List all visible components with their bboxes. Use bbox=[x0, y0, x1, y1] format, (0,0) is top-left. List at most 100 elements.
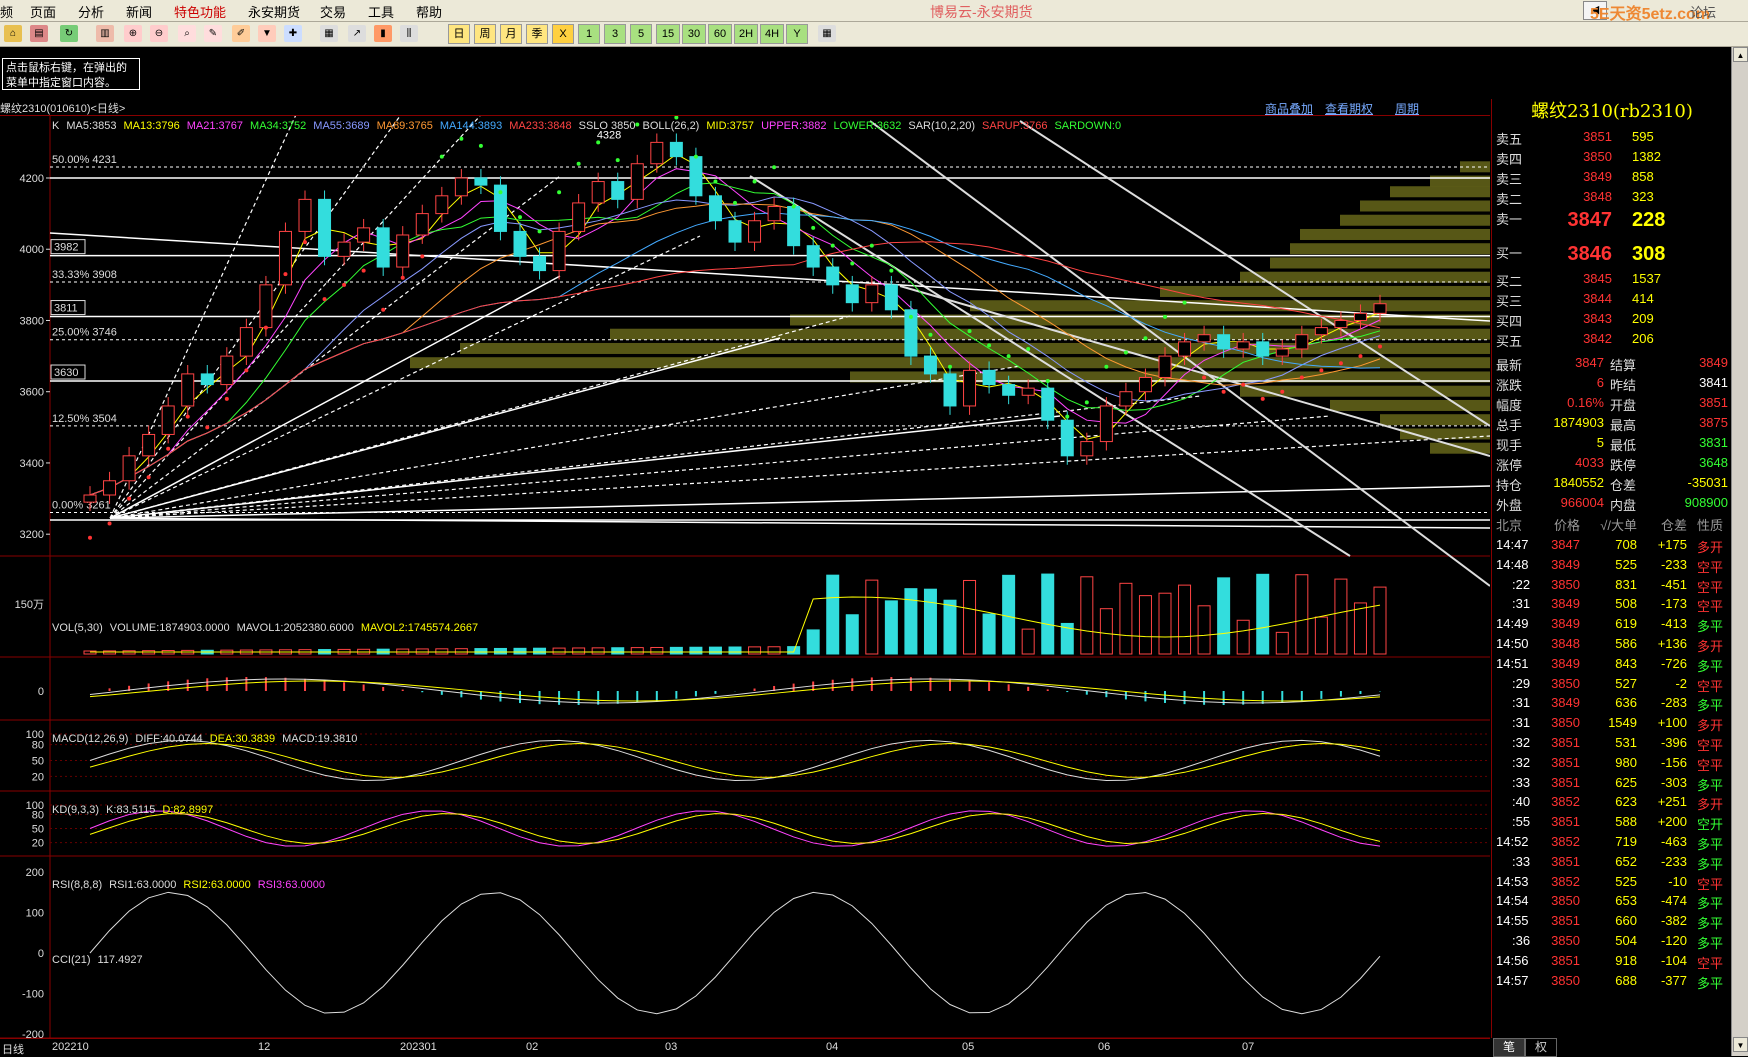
tick-row[interactable]: :323851531-396空平 bbox=[1492, 735, 1732, 755]
period-button-1[interactable]: 周 bbox=[474, 24, 496, 44]
ask-row[interactable]: 卖二3848323 bbox=[1492, 189, 1732, 209]
tab-ticks[interactable]: 笔 bbox=[1493, 1038, 1525, 1057]
tick-oi-change: -474 bbox=[1661, 893, 1687, 908]
period-button-13[interactable]: Y bbox=[786, 24, 808, 44]
candle-icon[interactable]: ⫼ bbox=[400, 25, 418, 42]
tick-row[interactable]: 14:493849619-413多平 bbox=[1492, 616, 1732, 636]
grid-icon[interactable]: ▦ bbox=[818, 25, 836, 42]
tick-row[interactable]: :403852623+251多开 bbox=[1492, 794, 1732, 814]
bid-row[interactable]: 买一3846308 bbox=[1492, 243, 1732, 263]
period-button-4[interactable]: X bbox=[552, 24, 574, 44]
search-icon[interactable]: ⌕ bbox=[178, 25, 196, 42]
menu-item-view[interactable]: 频 bbox=[0, 2, 13, 21]
menu-item-features[interactable]: 特色功能 bbox=[174, 2, 226, 21]
menu-item-help[interactable]: 帮助 bbox=[416, 2, 442, 21]
tick-row[interactable]: 14:533852525-10空平 bbox=[1492, 874, 1732, 894]
tick-row[interactable]: 14:483849525-233空平 bbox=[1492, 557, 1732, 577]
tick-row[interactable]: :363850504-120多平 bbox=[1492, 933, 1732, 953]
stat-row[interactable]: 持仓1840552仓差-35031 bbox=[1492, 475, 1732, 495]
bid-row[interactable]: 买四3843209 bbox=[1492, 311, 1732, 331]
book-icon[interactable]: ▤ bbox=[30, 25, 48, 42]
options-link[interactable]: 查看期权 bbox=[1325, 100, 1373, 117]
funnel-icon[interactable]: ▼ bbox=[258, 25, 276, 42]
forum-link[interactable]: 论坛 bbox=[1690, 2, 1716, 21]
tick-row[interactable]: :223850831-451空平 bbox=[1492, 577, 1732, 597]
stat-row[interactable]: 现手5最低3831 bbox=[1492, 435, 1732, 455]
stat-row[interactable]: 幅度0.16%开盘3851 bbox=[1492, 395, 1732, 415]
stat-row[interactable]: 涨停4033跌停3648 bbox=[1492, 455, 1732, 475]
ask-row[interactable]: 卖五3851595 bbox=[1492, 129, 1732, 149]
period-button-8[interactable]: 15 bbox=[656, 24, 680, 44]
period-button-6[interactable]: 3 bbox=[604, 24, 626, 44]
period-button-7[interactable]: 5 bbox=[630, 24, 652, 44]
date-tick: 12 bbox=[258, 1041, 270, 1053]
tick-row[interactable]: 14:503848586+136多开 bbox=[1492, 636, 1732, 656]
indicator-icon[interactable]: ✚ bbox=[284, 25, 302, 42]
sar-dot bbox=[1300, 375, 1304, 379]
tick-row[interactable]: 14:473847708+175多开 bbox=[1492, 537, 1732, 557]
period-button-3[interactable]: 季 bbox=[526, 24, 548, 44]
tick-row[interactable]: :323851980-156空平 bbox=[1492, 755, 1732, 775]
chart-icon[interactable]: ▥ bbox=[96, 25, 114, 42]
menu-item-news[interactable]: 新闻 bbox=[126, 2, 152, 21]
candle-body bbox=[377, 228, 389, 267]
kline-chart[interactable]: 42004000380036003400320050.00% 423133.33… bbox=[0, 116, 1490, 1038]
menu-item-page[interactable]: 页面 bbox=[30, 2, 56, 21]
overlay-link[interactable]: 商品叠加 bbox=[1265, 100, 1313, 117]
period-button-9[interactable]: 30 bbox=[682, 24, 706, 44]
bid-row[interactable]: 买五3842206 bbox=[1492, 331, 1732, 351]
stat-row[interactable]: 外盘966004内盘908900 bbox=[1492, 495, 1732, 515]
period-button-2[interactable]: 月 bbox=[500, 24, 522, 44]
tick-header-row[interactable]: 北京价格√/大单仓差性质 bbox=[1492, 515, 1732, 535]
table-icon[interactable]: ▦ bbox=[320, 25, 338, 42]
vertical-scrollbar[interactable]: ▲ ▼ bbox=[1731, 47, 1748, 1056]
period-button-11[interactable]: 2H bbox=[734, 24, 758, 44]
tick-row[interactable]: :553851588+200空开 bbox=[1492, 814, 1732, 834]
period-button-10[interactable]: 60 bbox=[708, 24, 732, 44]
tick-row[interactable]: 14:543850653-474多平 bbox=[1492, 893, 1732, 913]
tick-price: 3852 bbox=[1551, 834, 1580, 849]
menu-item-yongan[interactable]: 永安期货 bbox=[248, 2, 300, 21]
period-link[interactable]: 周期 bbox=[1395, 100, 1419, 117]
eraser-icon[interactable]: ✐ bbox=[232, 25, 250, 42]
tab-rights[interactable]: 权 bbox=[1525, 1038, 1557, 1057]
tick-row[interactable]: 14:523852719-463多平 bbox=[1492, 834, 1732, 854]
home-icon[interactable]: ⌂ bbox=[4, 25, 22, 42]
scroll-down-icon[interactable]: ▼ bbox=[1733, 1037, 1748, 1052]
ask-row[interactable]: 卖三3849858 bbox=[1492, 169, 1732, 189]
menu-item-trade[interactable]: 交易 bbox=[320, 2, 346, 21]
menu-item-tools[interactable]: 工具 bbox=[368, 2, 394, 21]
bid-row[interactable]: 买二38451537 bbox=[1492, 271, 1732, 291]
stat-row[interactable]: 总手1874903最高3875 bbox=[1492, 415, 1732, 435]
tick-header-volume: √/大单 bbox=[1600, 515, 1637, 534]
candle-body bbox=[201, 374, 213, 385]
stat-row[interactable]: 涨跌6昨结3841 bbox=[1492, 375, 1732, 395]
refresh-icon[interactable]: ↻ bbox=[60, 25, 78, 42]
bid-row[interactable]: 买三3844414 bbox=[1492, 291, 1732, 311]
ask-row[interactable]: 卖一3847228 bbox=[1492, 209, 1732, 229]
stat-row[interactable]: 最新3847结算3849 bbox=[1492, 355, 1732, 375]
tick-row[interactable]: :293850527-2空平 bbox=[1492, 676, 1732, 696]
tick-row[interactable]: 14:563851918-104空平 bbox=[1492, 953, 1732, 973]
tick-row[interactable]: 14:553851660-382多平 bbox=[1492, 913, 1732, 933]
tick-row[interactable]: :313849636-283多平 bbox=[1492, 695, 1732, 715]
tick-oi-change: -382 bbox=[1661, 913, 1687, 928]
zoom-out-icon[interactable]: ⊖ bbox=[150, 25, 168, 42]
menu-item-analysis[interactable]: 分析 bbox=[78, 2, 104, 21]
period-button-0[interactable]: 日 bbox=[448, 24, 470, 44]
scroll-up-icon[interactable]: ▲ bbox=[1733, 47, 1748, 62]
period-button-12[interactable]: 4H bbox=[760, 24, 784, 44]
date-tick: 07 bbox=[1242, 1041, 1254, 1053]
tick-row[interactable]: :3138501549+100多开 bbox=[1492, 715, 1732, 735]
tick-row[interactable]: :333851652-233多平 bbox=[1492, 854, 1732, 874]
tick-icon[interactable]: ▮ bbox=[374, 25, 392, 42]
tick-row[interactable]: 14:573850688-377多平 bbox=[1492, 973, 1732, 993]
pen-icon[interactable]: ✎ bbox=[204, 25, 222, 42]
tick-row[interactable]: :333851625-303多平 bbox=[1492, 775, 1732, 795]
zoom-in-icon[interactable]: ⊕ bbox=[124, 25, 142, 42]
tick-row[interactable]: :313849508-173空平 bbox=[1492, 596, 1732, 616]
tick-row[interactable]: 14:513849843-726多平 bbox=[1492, 656, 1732, 676]
ask-row[interactable]: 卖四38501382 bbox=[1492, 149, 1732, 169]
line-chart-icon[interactable]: ↗ bbox=[348, 25, 366, 42]
period-button-5[interactable]: 1 bbox=[578, 24, 600, 44]
